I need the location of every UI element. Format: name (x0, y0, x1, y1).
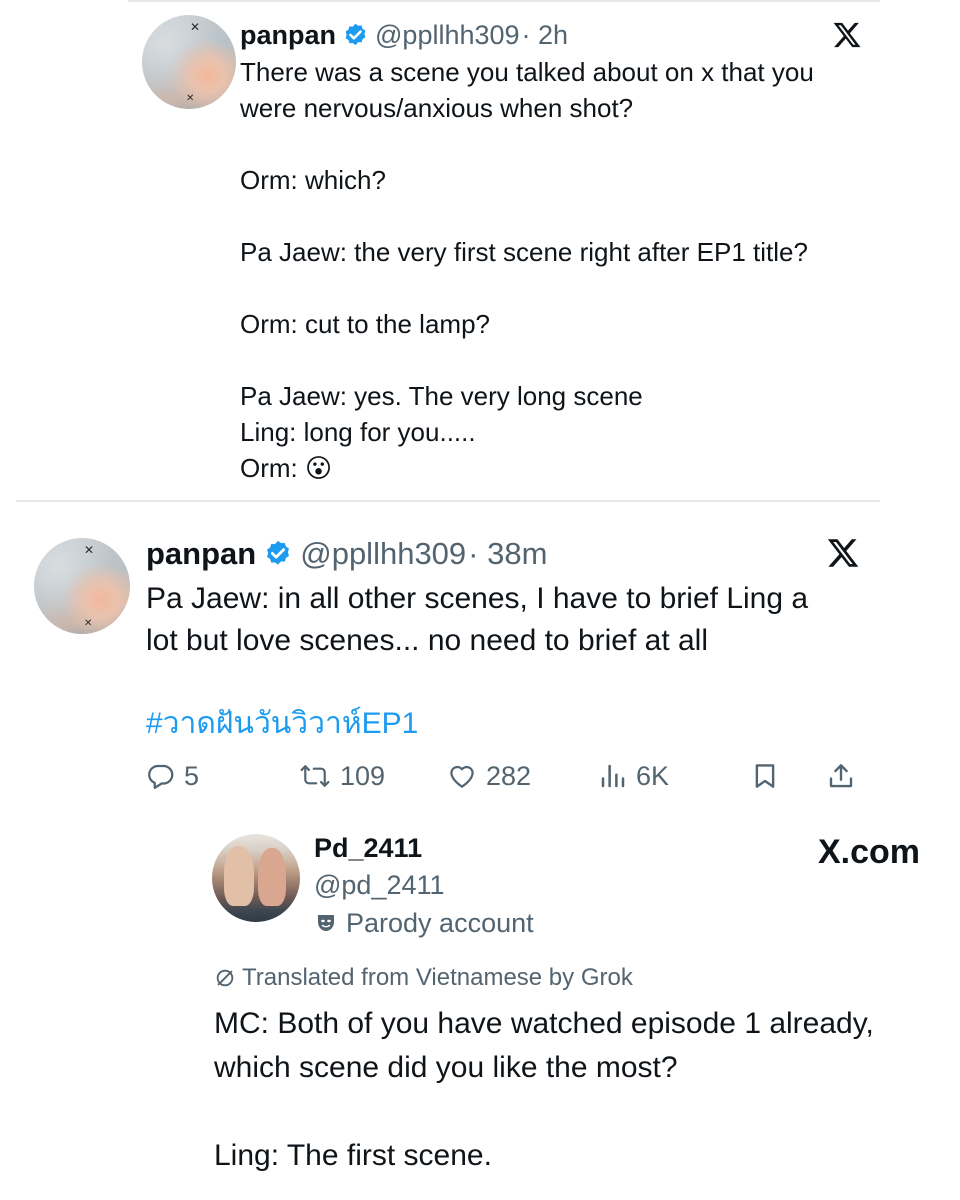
top-divider (128, 0, 880, 2)
repost-icon (298, 761, 332, 791)
translation-note-text: Translated from Vietnamese by Grok (242, 964, 633, 991)
tweet-divider (16, 500, 880, 502)
translation-note: Translated from Vietnamese by Grok (214, 962, 633, 994)
parody-label: Parody account (314, 906, 534, 940)
photo-figure (258, 848, 286, 906)
avatar[interactable]: ✕ ✕ (142, 15, 236, 109)
tweet-text: Pa Jaew: in all other scenes, I have to … (146, 582, 809, 657)
tweet-header: panpan @ppllhh309 · 38m (146, 534, 547, 574)
views-count: 6K (636, 760, 670, 791)
site-label: X.com (818, 833, 921, 871)
avatar[interactable]: ✕ ✕ (34, 538, 130, 634)
tweet-text: There was a scene you talked about on x … (240, 54, 880, 486)
views-button[interactable]: 6K (598, 760, 669, 792)
author-name[interactable]: panpan (146, 536, 256, 572)
author-handle[interactable]: @ppllhh309 (375, 20, 520, 51)
quote-text: MC: Both of you have watched episode 1 a… (214, 1007, 874, 1172)
bird-decoration: ✕ (84, 618, 93, 629)
bookmark-button[interactable] (750, 760, 780, 792)
author-name[interactable]: panpan (240, 20, 336, 51)
repost-count: 109 (340, 760, 386, 791)
account-handle[interactable]: @pd_2411 (314, 868, 445, 902)
hashtag-link[interactable]: #วาดฝันวันวิวาห์EP1 (146, 704, 418, 744)
bird-decoration: ✕ (190, 20, 201, 34)
account-name[interactable]: Pd_2411 (314, 832, 422, 864)
share-button[interactable] (826, 760, 856, 792)
timestamp[interactable]: · 38m (468, 536, 547, 572)
translate-icon (214, 967, 236, 989)
verified-badge-icon (342, 22, 369, 49)
photo-figure (224, 846, 254, 906)
tweet-text-content: There was a scene you talked about on x … (240, 57, 814, 483)
bird-decoration: ✕ (186, 93, 195, 104)
tweet-header: panpan @ppllhh309 · 2h (240, 18, 568, 52)
parody-label-text: Parody account (346, 907, 534, 938)
parody-mask-icon (314, 911, 338, 935)
x-logo-icon[interactable] (832, 20, 862, 50)
reply-count: 5 (184, 760, 200, 791)
bird-decoration: ✕ (84, 543, 95, 557)
reply-button[interactable]: 5 (146, 760, 199, 792)
x-logo-icon[interactable] (826, 536, 860, 570)
bookmark-icon (750, 761, 780, 791)
reply-icon (146, 761, 176, 791)
views-icon (598, 761, 628, 791)
like-button[interactable]: 282 (446, 760, 531, 792)
avatar[interactable] (212, 834, 300, 922)
like-count: 282 (486, 760, 532, 791)
repost-button[interactable]: 109 (298, 760, 385, 792)
verified-badge-icon (263, 539, 293, 569)
share-icon (826, 761, 856, 791)
author-handle[interactable]: @ppllhh309 (300, 536, 466, 572)
timestamp[interactable]: · 2h (522, 20, 569, 51)
like-icon (446, 761, 478, 791)
surprised-emoji: 😮 (305, 453, 333, 483)
